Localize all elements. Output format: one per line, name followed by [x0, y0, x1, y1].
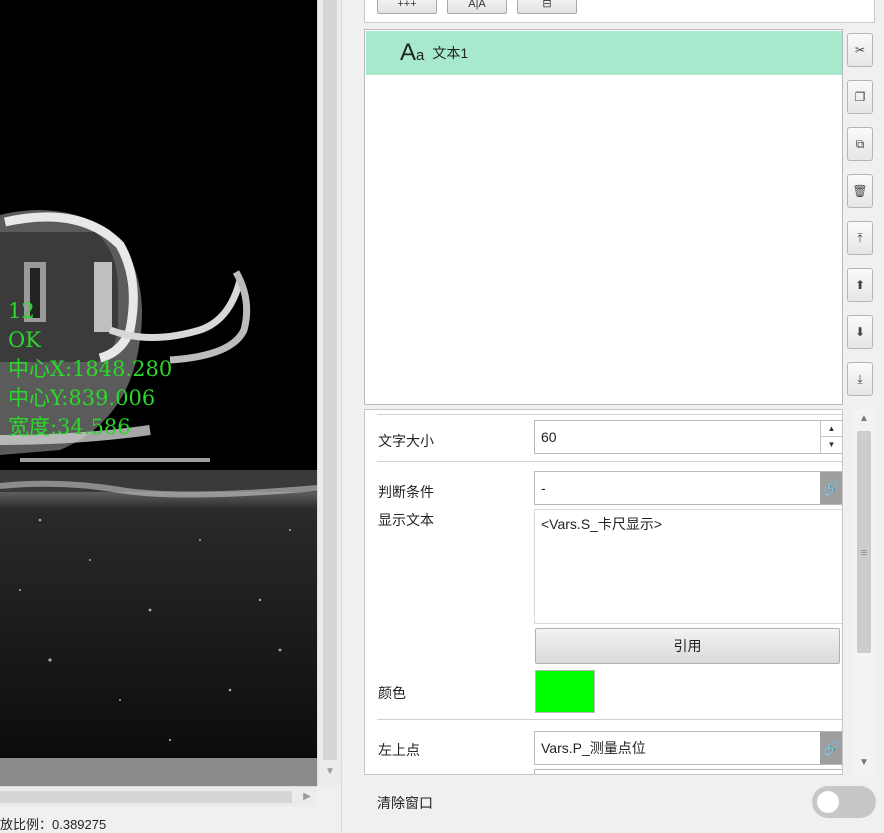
clear-window-row: 清除窗口 — [342, 785, 884, 825]
property-grid: 文字大小 60 ▲ ▼ 判断条件 - 🔗 显示文本 <Vars.S_卡尺显示> … — [364, 409, 843, 775]
move-down-icon[interactable]: ⬇ — [847, 315, 873, 349]
color-swatch[interactable] — [535, 670, 595, 713]
zoom-ratio-status: 放比例：0.389275 — [0, 817, 107, 832]
measurement-overlay: 12 OK 中心X:1848.280 中心Y:839.006 宽度:34.586 — [8, 297, 172, 442]
toolbar-button-3[interactable]: ⊟ — [517, 0, 577, 14]
pin-icon[interactable]: ✂ — [847, 33, 873, 67]
color-label: 颜色 — [378, 685, 406, 701]
top-left-point-field[interactable]: Vars.P_测量点位 🔗 — [534, 731, 842, 765]
scroll-down-icon[interactable]: ▼ — [318, 764, 342, 780]
toolbar-button-1[interactable]: +++ — [377, 0, 437, 14]
scroll-down-icon[interactable]: ▼ — [853, 757, 875, 771]
clear-window-label: 清除窗口 — [377, 795, 433, 811]
reference-button[interactable]: 引用 — [535, 628, 840, 664]
overlay-line: 中心X:1848.280 — [8, 357, 173, 381]
overlay-line: 12 — [8, 299, 35, 323]
move-bottom-icon[interactable]: ⤓ — [847, 362, 873, 396]
link-icon[interactable]: 🔗 — [820, 472, 842, 504]
scroll-thumb[interactable]: ≡ — [857, 431, 871, 653]
condition-label: 判断条件 — [378, 484, 434, 500]
scroll-thumb[interactable] — [0, 791, 292, 803]
link-icon[interactable]: 🔗 — [820, 732, 842, 764]
viewer-vertical-scrollbar[interactable]: ▼ — [317, 0, 341, 786]
stepper-up-icon[interactable]: ▲ — [821, 421, 842, 437]
toggle-knob — [817, 791, 839, 813]
list-item-label: 文本1 — [432, 45, 469, 61]
display-element-list: Aa 文本1 — [364, 29, 843, 405]
grip-icon: ≡ — [860, 547, 868, 559]
scroll-right-icon[interactable]: ▶ — [297, 787, 317, 807]
overlay-line: OK — [8, 328, 41, 352]
viewer-horizontal-scrollbar[interactable]: ▶ — [0, 786, 317, 806]
properties-panel: +++ A|A ⊟ Aa 文本1 ✂ ❐ ⧉ 🗑 ⤒ ⬆ ⬇ ⤓ 文字大小 60… — [341, 0, 884, 833]
stepper-buttons[interactable]: ▲ ▼ — [820, 421, 842, 453]
overlay-line: 中心Y:839.006 — [8, 386, 156, 410]
image-viewer: 12 OK 中心X:1848.280 中心Y:839.006 宽度:34.586 ▼ ▶… — [0, 0, 341, 833]
paste-icon[interactable]: ⧉ — [847, 127, 873, 161]
move-up-icon[interactable]: ⬆ — [847, 268, 873, 302]
text-aa-icon: Aa — [400, 39, 425, 66]
delete-icon[interactable]: 🗑 — [847, 174, 873, 208]
clear-window-toggle[interactable] — [812, 786, 876, 818]
stepper-down-icon[interactable]: ▼ — [821, 437, 842, 453]
toolbar-button-2[interactable]: A|A — [447, 0, 507, 14]
display-text-field[interactable]: <Vars.S_卡尺显示> — [534, 509, 842, 624]
list-item[interactable]: Aa 文本1 — [366, 31, 842, 75]
scroll-up-icon[interactable]: ▲ — [853, 413, 875, 427]
display-text-label: 显示文本 — [378, 512, 434, 528]
font-size-label: 文字大小 — [378, 433, 434, 449]
font-size-stepper[interactable]: 60 ▲ ▼ — [534, 420, 842, 454]
property-scrollbar[interactable]: ▲ ≡ ▼ — [853, 409, 875, 775]
overlay-line: 宽度:34.586 — [8, 415, 131, 439]
condition-field[interactable]: - 🔗 — [534, 471, 842, 505]
top-left-point-label: 左上点 — [378, 742, 420, 758]
move-top-icon[interactable]: ⤒ — [847, 221, 873, 255]
copy-icon[interactable]: ❐ — [847, 80, 873, 114]
scroll-thumb[interactable] — [323, 0, 337, 760]
camera-image[interactable]: 12 OK 中心X:1848.280 中心Y:839.006 宽度:34.586 — [0, 0, 317, 786]
panel-toolbar: +++ A|A ⊟ — [364, 0, 875, 23]
next-property-field[interactable] — [534, 769, 842, 774]
